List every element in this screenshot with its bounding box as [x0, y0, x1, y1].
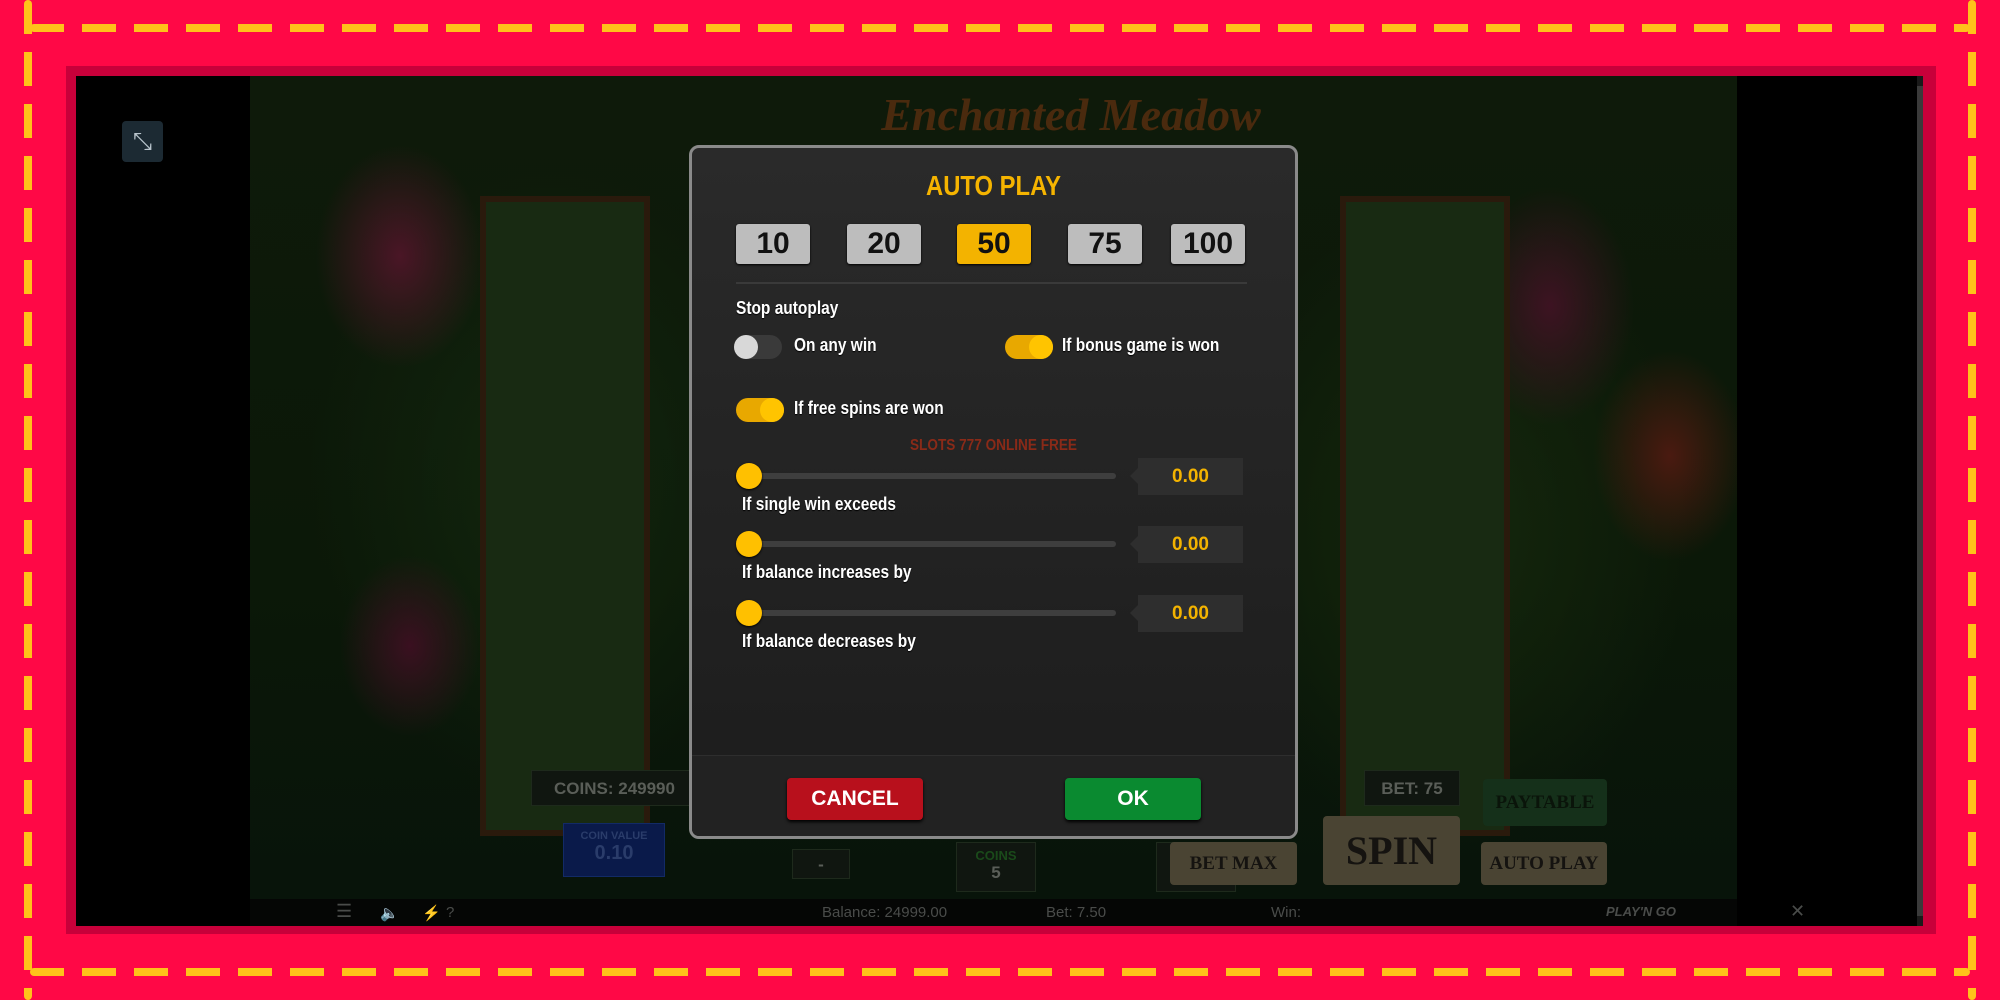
- on-any-win-toggle[interactable]: [734, 335, 782, 359]
- count-50-button[interactable]: 50: [957, 224, 1031, 264]
- divider: [736, 282, 1247, 284]
- bet-max-button[interactable]: BET MAX: [1170, 842, 1297, 885]
- free-spins-won-toggle[interactable]: [736, 398, 784, 422]
- help-icon[interactable]: ?: [446, 904, 454, 921]
- count-100-button[interactable]: 100: [1171, 224, 1245, 264]
- count-75-button[interactable]: 75: [1068, 224, 1142, 264]
- spin-button[interactable]: SPIN: [1323, 816, 1460, 885]
- bonus-game-won-label: If bonus game is won: [1062, 335, 1220, 355]
- balance-increase-slider-track[interactable]: [747, 541, 1116, 547]
- balance-decrease-label: If balance decreases by: [742, 631, 916, 651]
- bonus-game-won-toggle[interactable]: [1005, 335, 1053, 359]
- bet-text: Bet: 7.50: [1046, 904, 1107, 921]
- game-title-logo: Enchanted Meadow: [881, 89, 1261, 140]
- decorative-dashes-bottom: [30, 968, 1970, 976]
- cancel-button[interactable]: CANCEL: [787, 778, 923, 820]
- stop-autoplay-heading: Stop autoplay: [736, 298, 839, 318]
- auto-play-button[interactable]: AUTO PLAY: [1481, 842, 1607, 885]
- menu-icon[interactable]: ☰: [336, 901, 352, 922]
- paytable-button[interactable]: PAYTABLE: [1483, 779, 1607, 826]
- sound-icon[interactable]: 🔈: [380, 904, 399, 922]
- balance-increase-label: If balance increases by: [742, 562, 912, 582]
- balance-decrease-slider-track[interactable]: [747, 610, 1116, 616]
- ok-button[interactable]: OK: [1065, 778, 1201, 820]
- reel-right: [1340, 196, 1510, 836]
- single-win-slider-track[interactable]: [747, 473, 1116, 479]
- coins-display: COINS: 249990: [531, 770, 698, 806]
- balance-decrease-slider-thumb[interactable]: [736, 600, 762, 626]
- coin-value-label: COIN VALUE: [580, 830, 648, 842]
- balance-increase-value: 0.00: [1130, 526, 1243, 563]
- auto-play-dialog: AUTO PLAY 10 20 50 75 100 Stop autoplay …: [689, 145, 1298, 839]
- coin-value-button[interactable]: COIN VALUE 0.10: [563, 823, 665, 877]
- bolt-icon[interactable]: ⚡: [422, 904, 441, 922]
- count-20-button[interactable]: 20: [847, 224, 921, 264]
- bet-display: BET: 75: [1364, 770, 1460, 806]
- single-win-value: 0.00: [1130, 458, 1243, 495]
- playngo-logo: PLAY'N GO: [1606, 904, 1677, 919]
- coins-minus-button[interactable]: -: [792, 849, 850, 879]
- bottom-bar: ☰ 🔈 ⚡ ? Balance: 24999.00 Bet: 7.50 Win:…: [250, 899, 1805, 926]
- exit-fullscreen-icon[interactable]: ⤡: [122, 121, 163, 162]
- decorative-dashes-left: [24, 0, 32, 1000]
- coin-value: 0.10: [594, 842, 634, 864]
- scrollbar[interactable]: [1917, 76, 1923, 926]
- balance-decrease-value: 0.00: [1130, 595, 1243, 632]
- single-win-slider-thumb[interactable]: [736, 463, 762, 489]
- count-10-button[interactable]: 10: [736, 224, 810, 264]
- on-any-win-label: On any win: [794, 335, 877, 355]
- close-icon[interactable]: ✕: [1790, 901, 1805, 922]
- coins-stepper: COINS 5: [956, 842, 1036, 892]
- decorative-dashes-top: [30, 24, 1970, 32]
- decorative-dashes-right: [1968, 0, 1976, 1000]
- coins-stepper-value: 5: [991, 863, 1001, 882]
- free-spins-won-label: If free spins are won: [794, 398, 944, 418]
- dialog-footer: CANCEL OK: [692, 755, 1295, 836]
- coins-stepper-label: COINS: [975, 848, 1017, 863]
- reel-left: [480, 196, 650, 836]
- watermark-logo: SLOTS 777 ONLINE FREE: [909, 437, 1077, 454]
- single-win-label: If single win exceeds: [742, 494, 897, 514]
- win-text: Win:: [1271, 904, 1301, 921]
- balance-increase-slider-thumb[interactable]: [736, 531, 762, 557]
- balance-text: Balance: 24999.00: [822, 904, 948, 921]
- dialog-title: AUTO PLAY: [926, 170, 1061, 201]
